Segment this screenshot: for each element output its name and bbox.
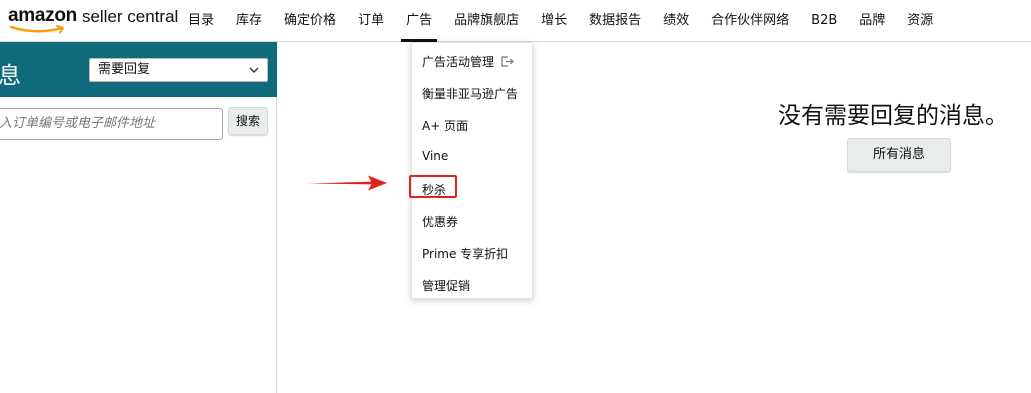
external-link-icon [501,56,514,67]
menu-item-a-plus-content[interactable]: A+ 页面 [422,117,468,134]
panel-title: 息 [0,63,21,89]
top-navigation-bar: amazon seller central 目录 库存 确定价格 订单 广告 品… [0,0,1031,42]
menu-item-vine[interactable]: Vine [422,149,448,163]
nav-item-growth[interactable]: 增长 [530,0,578,42]
logo-seller-central-text: seller central [81,7,179,26]
advertising-dropdown-menu: 广告活动管理 衡量非亚马逊广告 A+ 页面 Vine 秒杀 优惠券 Prime … [411,42,533,299]
menu-item-coupons[interactable]: 优惠券 [422,213,458,230]
logo-amazon-text: amazon [8,5,77,26]
page: amazon seller central 目录 库存 确定价格 订单 广告 品… [0,0,1031,393]
nav-item-partner-network[interactable]: 合作伙伴网络 [700,0,800,42]
nav-item-inventory[interactable]: 库存 [225,0,273,42]
menu-item-label: 广告活动管理 [422,55,495,69]
nav-item-orders[interactable]: 订单 [347,0,395,42]
seller-central-logo[interactable]: amazon seller central [8,6,178,36]
menu-item-non-amazon-attribution[interactable]: 衡量非亚马逊广告 [422,85,518,102]
search-placeholder: 入订单编号或电子邮件地址 [0,116,156,131]
message-filter-value: 需要回复 [98,62,151,77]
nav-item-resources[interactable]: 资源 [896,0,944,42]
messages-left-panel: 息 需要回复 入订单编号或电子邮件地址 搜索 [0,42,277,393]
search-button[interactable]: 搜索 [228,107,268,135]
nav-item-advertising[interactable]: 广告 [395,0,443,42]
menu-item-campaign-manager[interactable]: 广告活动管理 [422,53,514,70]
nav-item-catalog[interactable]: 目录 [177,0,225,42]
nav-item-performance[interactable]: 绩效 [652,0,700,42]
left-panel-header: 息 需要回复 [0,42,277,97]
annotation-highlight-box [409,175,457,198]
nav-item-b2b[interactable]: B2B [800,0,848,42]
annotation-arrow-icon [308,175,387,191]
message-search-input[interactable]: 入订单编号或电子邮件地址 [0,108,223,140]
menu-item-prime-discounts[interactable]: Prime 专享折扣 [422,245,508,262]
main-nav: 目录 库存 确定价格 订单 广告 品牌旗舰店 增长 数据报告 绩效 合作伙伴网络… [177,0,944,42]
nav-item-reports[interactable]: 数据报告 [578,0,652,42]
chevron-down-icon [249,67,259,73]
message-filter-select[interactable]: 需要回复 [89,58,268,82]
all-messages-button[interactable]: 所有消息 [847,138,951,172]
nav-item-pricing[interactable]: 确定价格 [273,0,347,42]
nav-item-brands[interactable]: 品牌 [848,0,896,42]
empty-state-message: 没有需要回复的消息。 [778,103,1008,129]
nav-item-stores[interactable]: 品牌旗舰店 [443,0,530,42]
menu-item-manage-promotions[interactable]: 管理促销 [422,277,470,294]
amazon-smile-icon [10,25,64,34]
